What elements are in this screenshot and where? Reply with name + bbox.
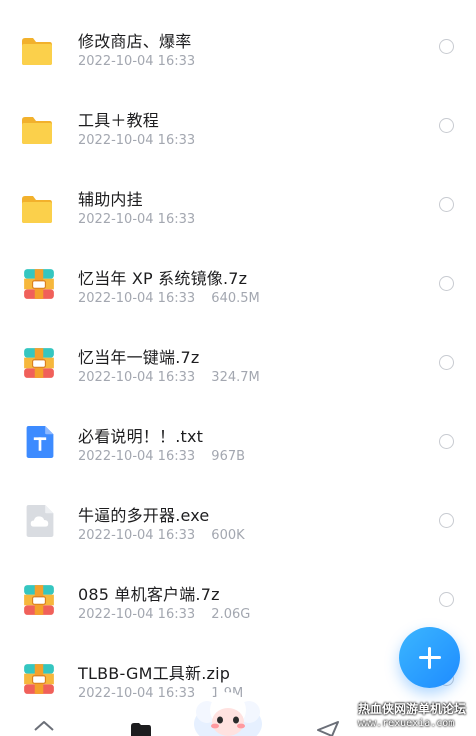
file-size: 324.7M — [211, 370, 260, 385]
files-icon[interactable] — [129, 720, 153, 736]
folder-icon — [22, 196, 52, 223]
archive-icon — [24, 585, 54, 615]
home-icon[interactable] — [32, 720, 56, 736]
file-name: 必看说明！！.txt — [78, 427, 204, 446]
folder-icon — [22, 117, 52, 144]
select-radio[interactable] — [439, 355, 454, 370]
file-date: 2022-10-04 16:33 — [78, 212, 196, 227]
select-radio[interactable] — [439, 434, 454, 449]
file-meta: 2022-10-04 16:33 967B — [78, 449, 245, 464]
file-size: 600K — [211, 528, 245, 543]
select-radio[interactable] — [439, 118, 454, 133]
file-date: 2022-10-04 16:33 — [78, 54, 196, 69]
archive-icon — [24, 664, 54, 694]
archive-icon — [24, 269, 54, 299]
file-row[interactable]: 必看说明！！.txt 2022-10-04 16:33 967B — [0, 395, 476, 474]
folder-icon — [22, 38, 52, 65]
file-meta: 2022-10-04 16:33 600K — [78, 528, 245, 543]
file-name: 牛逼的多开器.exe — [78, 506, 210, 525]
mascot-icon[interactable] — [193, 690, 263, 736]
select-radio[interactable] — [439, 39, 454, 54]
watermark-title: 热血侠网游单机论坛 — [358, 702, 467, 716]
watermark-url: www.rexuexia.com — [358, 718, 455, 729]
file-name: 修改商店、爆率 — [78, 32, 192, 51]
file-name: 工具＋教程 — [78, 111, 160, 130]
file-meta: 2022-10-04 16:33 — [78, 133, 207, 148]
file-meta: 2022-10-04 16:33 2.06G — [78, 607, 250, 622]
text-file-icon — [26, 426, 54, 458]
file-date: 2022-10-04 16:33 — [78, 528, 196, 543]
file-meta: 2022-10-04 16:33 — [78, 212, 207, 227]
file-row[interactable]: 牛逼的多开器.exe 2022-10-04 16:33 600K — [0, 474, 476, 553]
cloud-file-icon — [26, 505, 54, 537]
file-date: 2022-10-04 16:33 — [78, 686, 196, 701]
file-name: TLBB-GM工具新.zip — [78, 664, 231, 683]
select-radio[interactable] — [439, 197, 454, 212]
add-button[interactable] — [399, 627, 460, 688]
file-size: 2.06G — [211, 607, 251, 622]
file-row[interactable]: 辅助内挂 2022-10-04 16:33 — [0, 158, 476, 237]
file-meta: 2022-10-04 16:33 640.5M — [78, 291, 260, 306]
file-name: 085 单机客户端.7z — [78, 585, 220, 604]
file-date: 2022-10-04 16:33 — [78, 607, 196, 622]
file-name: 忆当年一键端.7z — [78, 348, 200, 367]
select-radio[interactable] — [439, 276, 454, 291]
file-size: 967B — [211, 449, 246, 464]
send-icon[interactable] — [316, 720, 340, 736]
archive-icon — [24, 348, 54, 378]
file-meta: 2022-10-04 16:33 324.7M — [78, 370, 260, 385]
file-date: 2022-10-04 16:33 — [78, 370, 196, 385]
file-row[interactable]: 忆当年 XP 系统镜像.7z 2022-10-04 16:33 640.5M — [0, 237, 476, 316]
file-name: 忆当年 XP 系统镜像.7z — [78, 269, 248, 288]
watermark: 热血侠网游单机论坛 www.rexuexia.com — [352, 698, 476, 736]
select-radio[interactable] — [439, 513, 454, 528]
file-row[interactable]: 工具＋教程 2022-10-04 16:33 — [0, 79, 476, 158]
file-name: 辅助内挂 — [78, 190, 143, 209]
file-date: 2022-10-04 16:33 — [78, 291, 196, 306]
select-radio[interactable] — [439, 592, 454, 607]
file-meta: 2022-10-04 16:33 — [78, 54, 207, 69]
file-size: 640.5M — [211, 291, 260, 306]
file-row[interactable]: 085 单机客户端.7z 2022-10-04 16:33 2.06G — [0, 553, 476, 632]
file-row[interactable]: 忆当年一键端.7z 2022-10-04 16:33 324.7M — [0, 316, 476, 395]
file-row[interactable]: 修改商店、爆率 2022-10-04 16:33 — [0, 0, 476, 79]
file-date: 2022-10-04 16:33 — [78, 449, 196, 464]
file-date: 2022-10-04 16:33 — [78, 133, 196, 148]
